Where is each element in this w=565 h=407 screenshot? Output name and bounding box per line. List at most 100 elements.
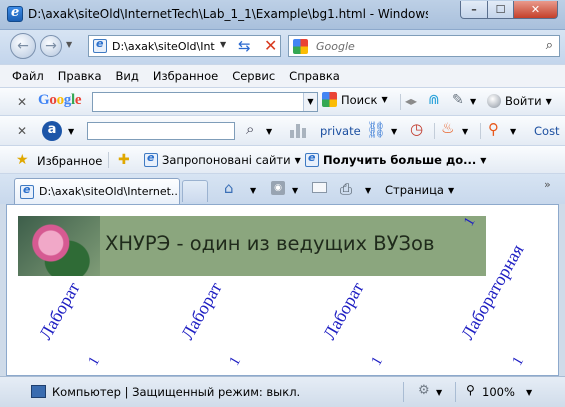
home-icon[interactable]: ⌂: [224, 179, 234, 197]
chevron-down-icon[interactable]: ▼: [480, 156, 486, 165]
stats-icon[interactable]: [290, 122, 308, 138]
address-dropdown-icon[interactable]: ▼: [220, 40, 226, 49]
menu-file[interactable]: Файл: [12, 69, 44, 83]
ask-logo-icon[interactable]: a: [42, 121, 62, 141]
print-icon[interactable]: ⎙: [340, 180, 352, 198]
add-to-favorites-icon[interactable]: ✚: [118, 152, 130, 168]
chevron-down-icon[interactable]: ▼: [510, 127, 516, 136]
chevron-down-icon[interactable]: ▼: [526, 388, 532, 397]
toolbar-separator: [108, 152, 109, 168]
lab-link-2[interactable]: Лаборат: [177, 279, 227, 344]
back-button[interactable]: ←: [10, 33, 36, 59]
recent-pages-dropdown-icon[interactable]: ▼: [66, 40, 72, 49]
stop-icon[interactable]: ✕: [264, 36, 277, 55]
private-button[interactable]: private: [320, 124, 361, 138]
status-separator: [455, 382, 456, 402]
chevron-down-icon[interactable]: ▼: [436, 388, 442, 397]
toolbar-separator: [434, 123, 435, 139]
address-text: D:\axak\siteOld\Int: [112, 39, 215, 53]
favorites-star-icon[interactable]: ★: [16, 152, 29, 168]
google-logo: Google: [38, 92, 82, 108]
close-button[interactable]: ✕: [513, 1, 558, 19]
forward-button[interactable]: →: [40, 35, 62, 57]
favorites-bar: ★ Избранное ✚ Запропоновані сайти ▼ Полу…: [0, 146, 565, 174]
chevron-down-icon[interactable]: ▼: [250, 186, 256, 195]
lab-link-3[interactable]: Лаборат: [319, 279, 369, 344]
link-icon[interactable]: ⛓: [366, 120, 386, 139]
menu-bar: Файл Правка Вид Избранное Сервис Справка: [0, 64, 565, 88]
google-toolbar: ✕ Google ▼ Поиск ▼ ◂▸ ⋒ ✎ ▼ Войти ▼: [0, 88, 565, 116]
chevron-down-icon[interactable]: ▼: [295, 156, 301, 165]
minimize-button[interactable]: –: [460, 1, 488, 19]
menu-help[interactable]: Справка: [289, 69, 340, 83]
chevron-down-icon[interactable]: ▼: [462, 127, 468, 136]
chevron-down-icon[interactable]: ▼: [381, 95, 387, 104]
wifi-icon[interactable]: ⋒: [428, 92, 440, 108]
menu-view[interactable]: Вид: [116, 69, 139, 83]
user-icon: [487, 94, 501, 108]
close-toolbar-icon[interactable]: ✕: [17, 95, 27, 109]
wrench-icon[interactable]: ✎: [452, 92, 464, 108]
search-icon[interactable]: ⌕: [246, 120, 254, 138]
page-menu-button[interactable]: Страница ▼: [385, 183, 454, 197]
suggested-sites-link[interactable]: Запропоновані сайти ▼: [144, 151, 301, 167]
window-title: D:\axak\siteOld\InternetTech\Lab_1_1\Exa…: [28, 7, 428, 21]
chevron-down-icon[interactable]: ▼: [266, 127, 272, 136]
maximize-button[interactable]: ☐: [487, 1, 514, 19]
get-more-addons-link[interactable]: Получить больше до... ▼: [305, 151, 486, 167]
toolbar-separator: [400, 94, 401, 110]
protected-mode-icon[interactable]: ⚙: [418, 383, 430, 398]
feeds-icon[interactable]: ◉: [271, 181, 285, 195]
ie-page-icon: [144, 151, 158, 167]
toolbar-search-input[interactable]: [87, 122, 235, 140]
menu-edit[interactable]: Правка: [58, 69, 102, 83]
fire-icon[interactable]: ♨: [441, 119, 454, 137]
zoom-icon[interactable]: ⚲: [466, 383, 475, 397]
address-bar[interactable]: D:\axak\siteOld\Int: [88, 35, 281, 57]
chevron-down-icon[interactable]: ▼: [303, 93, 317, 111]
banner-title: ХНУРЭ - один из ведущих ВУЗов: [105, 232, 435, 255]
menu-favorites[interactable]: Избранное: [153, 69, 218, 83]
chevron-down-icon[interactable]: ▼: [470, 97, 476, 106]
chevron-down-icon: ▼: [447, 185, 455, 195]
signin-button[interactable]: Войти ▼: [487, 94, 552, 108]
tab-active[interactable]: D:\axak\siteOld\Internet...: [14, 178, 180, 204]
web-search-placeholder: Google: [316, 39, 355, 53]
zoom-level[interactable]: 100%: [482, 385, 515, 399]
computer-icon: [31, 385, 46, 398]
mail-icon[interactable]: [312, 182, 327, 193]
magnifier-icon[interactable]: ⚲: [488, 120, 499, 138]
chevron-down-icon[interactable]: ▼: [391, 127, 397, 136]
lab-link-1[interactable]: Лаборат: [35, 279, 85, 344]
google-search-label: Поиск: [341, 92, 378, 107]
clock-icon[interactable]: ◷: [410, 120, 423, 138]
search-icon[interactable]: ⌕: [546, 38, 553, 53]
google-search-button[interactable]: Поиск ▼: [322, 92, 388, 107]
page-menu-label: Страница: [385, 183, 444, 197]
google-search-input[interactable]: ▼: [92, 92, 318, 112]
ie-page-icon: [20, 183, 34, 199]
toolbar-separator: [480, 123, 481, 139]
chevron-down-icon[interactable]: ▼: [292, 186, 298, 195]
banner: ХНУРЭ - один из ведущих ВУЗов: [18, 216, 486, 276]
chevron-more-icon[interactable]: »: [544, 178, 551, 191]
ie-page-icon: [305, 151, 319, 167]
lab-number-4: 1: [509, 354, 528, 369]
page-icon: [93, 37, 107, 53]
web-search-box[interactable]: Google ⌕: [288, 35, 560, 57]
cost-button[interactable]: Cost: [534, 124, 560, 138]
options-arrow-icon[interactable]: ◂▸: [405, 94, 417, 108]
close-toolbar-icon[interactable]: ✕: [17, 124, 27, 138]
addon-toolbar: ✕ a ▼ ⌕ ▼ private ⛓ ▼ ◷ ♨ ▼ ⚲ ▼ Cost: [0, 116, 565, 146]
suggested-sites-label: Запропоновані сайти: [162, 153, 291, 167]
menu-tools[interactable]: Сервис: [232, 69, 275, 83]
chevron-down-icon[interactable]: ▼: [365, 186, 371, 195]
chevron-down-icon[interactable]: ▼: [546, 97, 552, 106]
new-tab-button[interactable]: [182, 180, 208, 202]
tab-row: D:\axak\siteOld\Internet... ⌂ ▼ ◉ ▼ ⎙ ▼ …: [0, 174, 565, 204]
favorites-button[interactable]: Избранное: [37, 154, 102, 168]
google-search-provider-icon: [293, 38, 308, 54]
refresh-icon[interactable]: ⇆: [238, 37, 251, 55]
status-separator: [403, 382, 404, 402]
chevron-down-icon[interactable]: ▼: [68, 127, 74, 136]
